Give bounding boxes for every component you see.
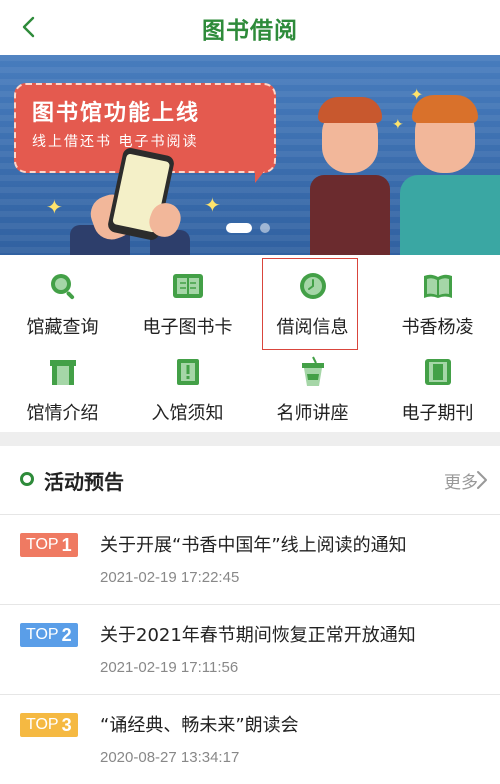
person-left-body — [310, 175, 390, 255]
chevron-left-icon — [22, 16, 35, 38]
menu-item-collection-search[interactable]: 馆藏查询 — [0, 261, 125, 343]
carousel-dot-active[interactable] — [226, 223, 252, 233]
menu-item-reading-yangling[interactable]: 书香杨凌 — [375, 261, 500, 343]
cup-icon — [296, 355, 330, 389]
badge-number: 3 — [61, 715, 72, 735]
menu-item-lectures[interactable]: 名师讲座 — [250, 347, 375, 429]
building-icon — [46, 355, 80, 389]
tablet-icon — [421, 355, 455, 389]
book-card-icon — [171, 269, 205, 303]
badge-text: TOP — [26, 716, 59, 733]
carousel-dot[interactable] — [260, 223, 270, 233]
badge-number: 2 — [61, 625, 72, 645]
promo-banner[interactable]: 图书馆功能上线 线上借还书 电子书阅读 ✦ ✦ ✦ ✦ — [0, 55, 500, 255]
section-divider — [0, 432, 500, 446]
banner-title: 图书馆功能上线 — [32, 101, 201, 126]
top-badge: TOP 2 — [20, 623, 78, 647]
notice-icon — [171, 355, 205, 389]
list-item[interactable]: TOP 3 “诵经典、畅未来”朗读会 2020-08-27 13:34:17 — [0, 694, 500, 784]
menu-item-borrow-info[interactable]: 借阅信息 — [250, 261, 375, 343]
news-title: 关于开展“书香中国年”线上阅读的通知 — [100, 535, 407, 556]
badge-text: TOP — [26, 626, 59, 643]
menu-label: 电子图书卡 — [142, 317, 233, 338]
news-timestamp: 2021-02-19 17:11:56 — [100, 659, 239, 676]
banner-subtitle: 线上借还书 电子书阅读 — [32, 134, 199, 150]
more-link[interactable]: 更多 — [444, 468, 478, 493]
menu-label: 书香杨凌 — [401, 317, 474, 338]
section-title: 活动预告 — [44, 470, 124, 494]
person-right-body — [400, 175, 500, 255]
badge-number: 1 — [61, 535, 72, 555]
person-right-hair — [412, 95, 478, 123]
news-timestamp: 2021-02-19 17:22:45 — [100, 569, 240, 586]
open-book-icon — [421, 269, 455, 303]
menu-label: 馆藏查询 — [26, 317, 99, 338]
list-item[interactable]: TOP 2 关于2021年春节期间恢复正常开放通知 2021-02-19 17:1… — [0, 604, 500, 694]
person-left-hair — [318, 97, 382, 123]
carousel-indicator — [226, 223, 270, 233]
back-button[interactable] — [14, 12, 42, 42]
sparkle-icon: ✦ — [46, 195, 63, 219]
list-item[interactable]: TOP 1 关于开展“书香中国年”线上阅读的通知 2021-02-19 17:22… — [0, 514, 500, 604]
top-bar: 图书借阅 — [0, 0, 500, 55]
feature-menu: 馆藏查询 电子图书卡 借阅信息 书香杨凌 馆情介绍 入馆须知 名师讲座 电子期刊 — [0, 255, 500, 432]
activity-header: 活动预告 更多 — [0, 446, 500, 512]
top-badge: TOP 3 — [20, 713, 78, 737]
sparkle-icon: ✦ — [204, 193, 221, 217]
menu-label: 电子期刊 — [401, 403, 474, 424]
promo-bubble-tail — [255, 155, 277, 183]
menu-item-ebook-card[interactable]: 电子图书卡 — [125, 261, 250, 343]
menu-label: 借阅信息 — [276, 317, 349, 338]
chevron-right-icon[interactable] — [476, 470, 488, 490]
menu-item-entry-notice[interactable]: 入馆须知 — [125, 347, 250, 429]
menu-item-library-intro[interactable]: 馆情介绍 — [0, 347, 125, 429]
menu-label: 名师讲座 — [276, 403, 349, 424]
menu-item-e-journals[interactable]: 电子期刊 — [375, 347, 500, 429]
clock-icon — [296, 269, 330, 303]
menu-label: 馆情介绍 — [26, 403, 99, 424]
section-marker-icon — [20, 472, 34, 486]
menu-label: 入馆须知 — [151, 403, 224, 424]
news-title: “诵经典、畅未来”朗读会 — [100, 715, 299, 736]
search-icon — [46, 269, 80, 303]
page-title: 图书借阅 — [202, 17, 298, 44]
badge-text: TOP — [26, 536, 59, 553]
news-timestamp: 2020-08-27 13:34:17 — [100, 749, 240, 766]
news-title: 关于2021年春节期间恢复正常开放通知 — [100, 625, 416, 646]
sparkle-icon: ✦ — [392, 117, 404, 133]
top-badge: TOP 1 — [20, 533, 78, 557]
